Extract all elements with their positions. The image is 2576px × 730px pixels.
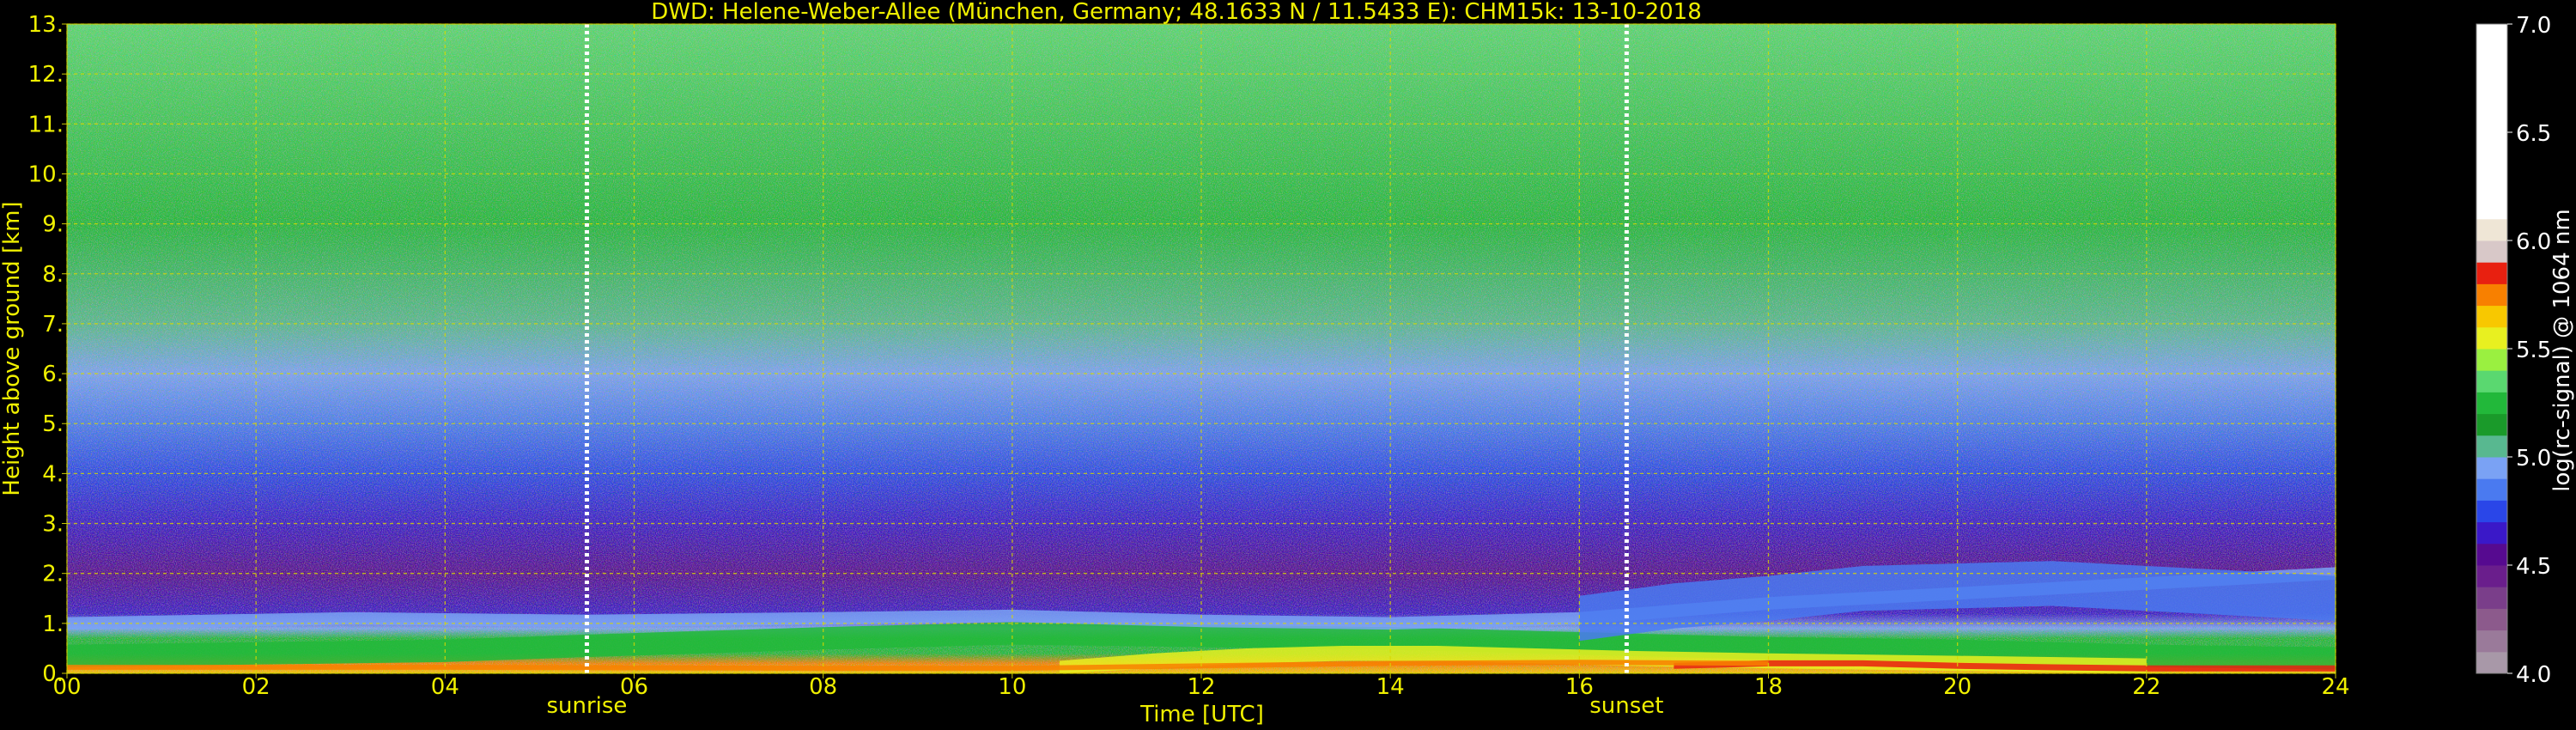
x-tick-label-6: 12 [1187, 674, 1215, 700]
x-tick-label-5: 10 [998, 674, 1026, 700]
colorbar-tick-label-4: 6.0 [2516, 229, 2551, 255]
colorbar-label: log(rc-signal) @ 1064 nm [2549, 209, 2575, 491]
y-tick-label-7: 7. [42, 312, 64, 338]
colorbar-level-4 [2476, 565, 2507, 587]
x-axis-label: Time [UTC] [1139, 702, 1264, 727]
colorbar-level-6 [2476, 521, 2507, 544]
x-tick-label-4: 08 [809, 674, 837, 700]
colorbar-level-3 [2476, 587, 2507, 609]
colorbar-level-15 [2476, 326, 2507, 350]
x-tick-label-12: 24 [2321, 674, 2349, 700]
x-tick-label-9: 18 [1754, 674, 1783, 700]
colorbar-level-2 [2476, 608, 2507, 631]
colorbar-tick-label-1: 4.5 [2516, 554, 2551, 580]
colorbar-tick-label-5: 6.5 [2516, 121, 2551, 147]
colorbar-level-13 [2476, 370, 2507, 392]
colorbar-level-5 [2476, 543, 2507, 566]
x-tick-label-2: 04 [431, 674, 459, 700]
colorbar-level-11 [2476, 413, 2507, 436]
colorbar-level-9 [2476, 457, 2507, 479]
colorbar-level-16 [2476, 305, 2507, 328]
x-tick-label-11: 22 [2132, 674, 2160, 700]
marker-label-sunrise: sunrise [546, 693, 627, 719]
y-tick-label-3: 3. [42, 512, 64, 538]
y-tick-label-0: 0. [42, 661, 64, 687]
x-tick-label-1: 02 [242, 674, 270, 700]
colorbar-tick-label-0: 4.0 [2516, 662, 2551, 688]
y-tick-label-1: 1. [42, 611, 64, 637]
colorbar-level-7 [2476, 500, 2507, 523]
y-tick-label-5: 5. [42, 411, 64, 437]
ceilometer-chart: DWD: Helene-Weber-Allee (München, German… [0, 0, 2576, 730]
y-tick-label-6: 6. [42, 362, 64, 387]
y-tick-label-9: 9. [42, 212, 64, 238]
colorbar-level-21 [2476, 24, 2507, 220]
x-tick-label-3: 06 [620, 674, 648, 700]
plot-area: sunrise sunset [66, 23, 2336, 719]
y-tick-label-8: 8. [42, 262, 64, 288]
colorbar-level-19 [2476, 240, 2507, 263]
y-tick-label-12: 12. [28, 62, 64, 88]
colorbar-tick-label-2: 5.0 [2516, 446, 2551, 471]
y-tick-label-10: 10. [28, 161, 64, 187]
colorbar-tick-label-6: 7.0 [2516, 13, 2551, 39]
y-axis-label: Height above ground [km] [0, 201, 25, 496]
y-tick-label-11: 11. [28, 112, 64, 137]
colorbar-level-10 [2476, 435, 2507, 458]
colorbar-level-0 [2476, 651, 2507, 674]
colorbar-level-18 [2476, 262, 2507, 284]
y-tick-label-2: 2. [42, 562, 64, 587]
y-tick-label-13: 13. [28, 12, 64, 38]
colorbar-level-1 [2476, 630, 2507, 653]
x-tick-label-7: 14 [1376, 674, 1405, 700]
colorbar-tick-label-3: 5.5 [2516, 338, 2551, 363]
colorbar-level-8 [2476, 478, 2507, 501]
chart-title: DWD: Helene-Weber-Allee (München, German… [651, 0, 1702, 25]
colorbar-level-20 [2476, 218, 2507, 241]
marker-label-sunset: sunset [1589, 693, 1663, 719]
x-tick-label-10: 20 [1943, 674, 1971, 700]
x-tick-label-8: 16 [1565, 674, 1594, 700]
colorbar-level-17 [2476, 283, 2507, 307]
colorbar-level-14 [2476, 349, 2507, 371]
colorbar [2476, 23, 2508, 674]
colorbar-level-12 [2476, 392, 2507, 415]
y-tick-label-4: 4. [42, 461, 64, 487]
